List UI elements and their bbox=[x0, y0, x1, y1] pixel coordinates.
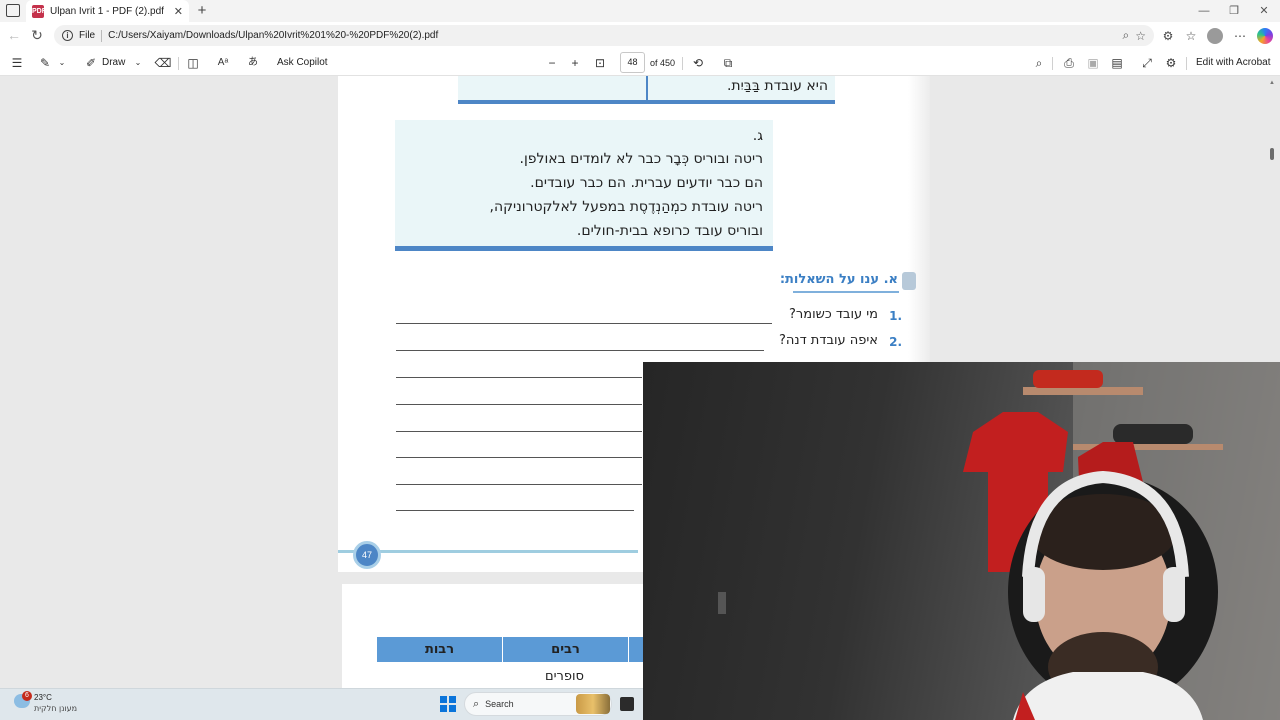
contents-icon[interactable]: ☰ bbox=[8, 53, 26, 73]
search-icon[interactable]: ⌕ bbox=[1030, 53, 1048, 73]
weather-description[interactable]: מעונן חלקית bbox=[34, 704, 77, 713]
text-box-top: היא עובדת בַּבַּיִת. bbox=[458, 76, 835, 104]
box-divider bbox=[646, 76, 648, 102]
answer-line bbox=[396, 323, 772, 324]
temperature[interactable]: 23°C bbox=[34, 693, 52, 702]
edit-with-acrobat-button[interactable]: Edit with Acrobat bbox=[1196, 53, 1272, 73]
table-cell: סופרים bbox=[545, 669, 584, 684]
search-highlight-image[interactable] bbox=[576, 694, 610, 714]
footer-rule bbox=[338, 550, 638, 553]
zoom-in-icon[interactable]: + bbox=[566, 53, 584, 73]
rotate-icon[interactable]: ⟲ bbox=[689, 53, 707, 73]
chevron-down-icon[interactable]: ⌄ bbox=[132, 53, 144, 73]
close-tab-icon[interactable]: ✕ bbox=[174, 5, 183, 18]
ask-copilot-button[interactable]: Ask Copilot bbox=[277, 53, 329, 73]
save-as-icon[interactable]: ▤ bbox=[1108, 53, 1126, 73]
page-number-badge: 47 bbox=[353, 541, 381, 569]
question-number: .1 bbox=[889, 309, 902, 323]
pdf-file-icon: PDF bbox=[32, 4, 46, 18]
box-letter: ג. bbox=[752, 128, 763, 144]
back-icon[interactable]: ← bbox=[4, 25, 24, 45]
box-line: ריטה עובדת כמְהַנְדֶסֶת במפעל לאלקטרוניק… bbox=[489, 199, 764, 215]
divider bbox=[178, 57, 179, 70]
draw-button[interactable]: Draw bbox=[102, 53, 132, 73]
webcam-overlay bbox=[643, 362, 1280, 720]
draw-icon[interactable]: ✐ bbox=[82, 53, 100, 73]
table-header-cell: רבות bbox=[424, 642, 455, 657]
title-underline bbox=[793, 291, 899, 293]
restore-icon[interactable]: ❐ bbox=[1220, 2, 1248, 20]
zoom-icon[interactable]: ⌕ bbox=[1123, 28, 1130, 43]
favorites-icon[interactable]: ☆ bbox=[1181, 26, 1201, 46]
scheme-label: File bbox=[79, 30, 96, 41]
print-icon[interactable]: ⎙ bbox=[1060, 53, 1078, 73]
minimize-icon[interactable]: — bbox=[1190, 2, 1218, 20]
search-icon: ⌕ bbox=[473, 697, 480, 710]
profile-avatar[interactable] bbox=[1207, 28, 1223, 44]
pdf-page: רבות רבים סופרים bbox=[342, 584, 644, 688]
pencil-hand-icon bbox=[902, 272, 916, 290]
address-row: ← ↻ i File C:/Users/Xaiyam/Downloads/Ulp… bbox=[0, 22, 1280, 49]
scroll-up-icon[interactable]: ▲ bbox=[1268, 80, 1276, 88]
webcam-scene bbox=[718, 362, 1280, 720]
url-text[interactable]: C:/Users/Xaiyam/Downloads/Ulpan%20Ivrit%… bbox=[108, 30, 1116, 41]
tab-pdf[interactable]: PDF Ulpan Ivrit 1 - PDF (2).pdf ✕ bbox=[26, 0, 189, 22]
exercise-title: א. ענו על השאלות: bbox=[779, 272, 898, 287]
answer-line bbox=[396, 431, 642, 432]
more-menu-icon[interactable]: ⋯ bbox=[1230, 26, 1250, 46]
tab-bar: PDF Ulpan Ivrit 1 - PDF (2).pdf ✕ + — ❐ … bbox=[0, 0, 1280, 22]
fullscreen-icon[interactable]: ⤢ bbox=[1138, 53, 1156, 73]
page-number-input[interactable]: 48 bbox=[620, 52, 645, 73]
page-layout-icon[interactable]: ⧉ bbox=[719, 53, 737, 73]
divider bbox=[1052, 57, 1053, 70]
fit-width-icon[interactable]: ⊡ bbox=[591, 53, 609, 73]
taskbar-app-icon[interactable] bbox=[620, 697, 634, 711]
extensions-icon[interactable]: ⚙ bbox=[1158, 26, 1178, 46]
info-icon[interactable]: i bbox=[62, 30, 73, 41]
refresh-icon[interactable]: ↻ bbox=[27, 25, 47, 45]
chevron-down-icon[interactable]: ⌄ bbox=[56, 53, 68, 73]
search-label: Search bbox=[485, 699, 514, 709]
address-bar[interactable]: i File C:/Users/Xaiyam/Downloads/Ulpan%2… bbox=[54, 25, 1154, 46]
copilot-icon[interactable] bbox=[1257, 28, 1273, 44]
question-text: מי עובד כשומר? bbox=[789, 307, 878, 322]
table-divider bbox=[628, 637, 629, 662]
box-line: ובוריס עובד כרופא בבית-חולים. bbox=[576, 223, 763, 239]
answer-line bbox=[396, 484, 642, 485]
read-aloud-icon[interactable]: A͏ᵃ bbox=[214, 53, 232, 73]
translate-icon[interactable]: あ bbox=[244, 53, 262, 73]
table-header: רבות רבים bbox=[377, 637, 644, 662]
weather-badge: 6 bbox=[22, 691, 32, 701]
tab-title: Ulpan Ivrit 1 - PDF (2).pdf bbox=[50, 5, 164, 17]
question-number: .2 bbox=[889, 335, 902, 349]
box-line: ריטה ובוריס כְּבָר כבר לא לומדים באולפן. bbox=[519, 151, 764, 167]
page-total: of 450 bbox=[650, 58, 676, 68]
highlight-icon[interactable]: ✎ bbox=[36, 53, 54, 73]
save-icon[interactable]: ▣ bbox=[1084, 53, 1102, 73]
zoom-out-icon[interactable]: − bbox=[543, 53, 561, 73]
pdf-toolbar: ☰ ✎ ⌄ ✐ Draw ⌄ ⌫ ◫ A͏ᵃ あ Ask Copilot − +… bbox=[0, 49, 1280, 76]
answer-line bbox=[396, 457, 642, 458]
settings-gear-icon[interactable]: ⚙ bbox=[1162, 53, 1180, 73]
divider bbox=[101, 29, 103, 42]
new-tab-icon[interactable]: + bbox=[193, 2, 211, 20]
page-view-icon[interactable]: ◫ bbox=[184, 53, 202, 73]
box-line: הם כבר יודעים עברית. הם כבר עובדים. bbox=[530, 175, 763, 191]
answer-line bbox=[396, 377, 642, 378]
close-window-icon[interactable]: ✕ bbox=[1250, 2, 1278, 20]
favorite-star-icon[interactable]: ☆ bbox=[1135, 29, 1146, 43]
reading-box: ג. ריטה ובוריס כְּבָר כבר לא לומדים באול… bbox=[395, 120, 773, 251]
answer-line bbox=[396, 404, 642, 405]
divider bbox=[682, 57, 683, 70]
windows-start-icon[interactable] bbox=[440, 696, 456, 712]
table-header-cell: רבים bbox=[551, 642, 580, 657]
eraser-icon[interactable]: ⌫ bbox=[154, 53, 172, 73]
answer-line bbox=[396, 510, 634, 511]
question-text: איפה עובדת דנה? bbox=[778, 333, 878, 348]
answer-line bbox=[396, 350, 764, 351]
tab-actions-icon[interactable] bbox=[6, 4, 20, 17]
reading-line: היא עובדת בַּבַּיִת. bbox=[726, 78, 828, 94]
scrollbar-thumb[interactable] bbox=[1270, 148, 1274, 160]
divider bbox=[1186, 57, 1187, 70]
